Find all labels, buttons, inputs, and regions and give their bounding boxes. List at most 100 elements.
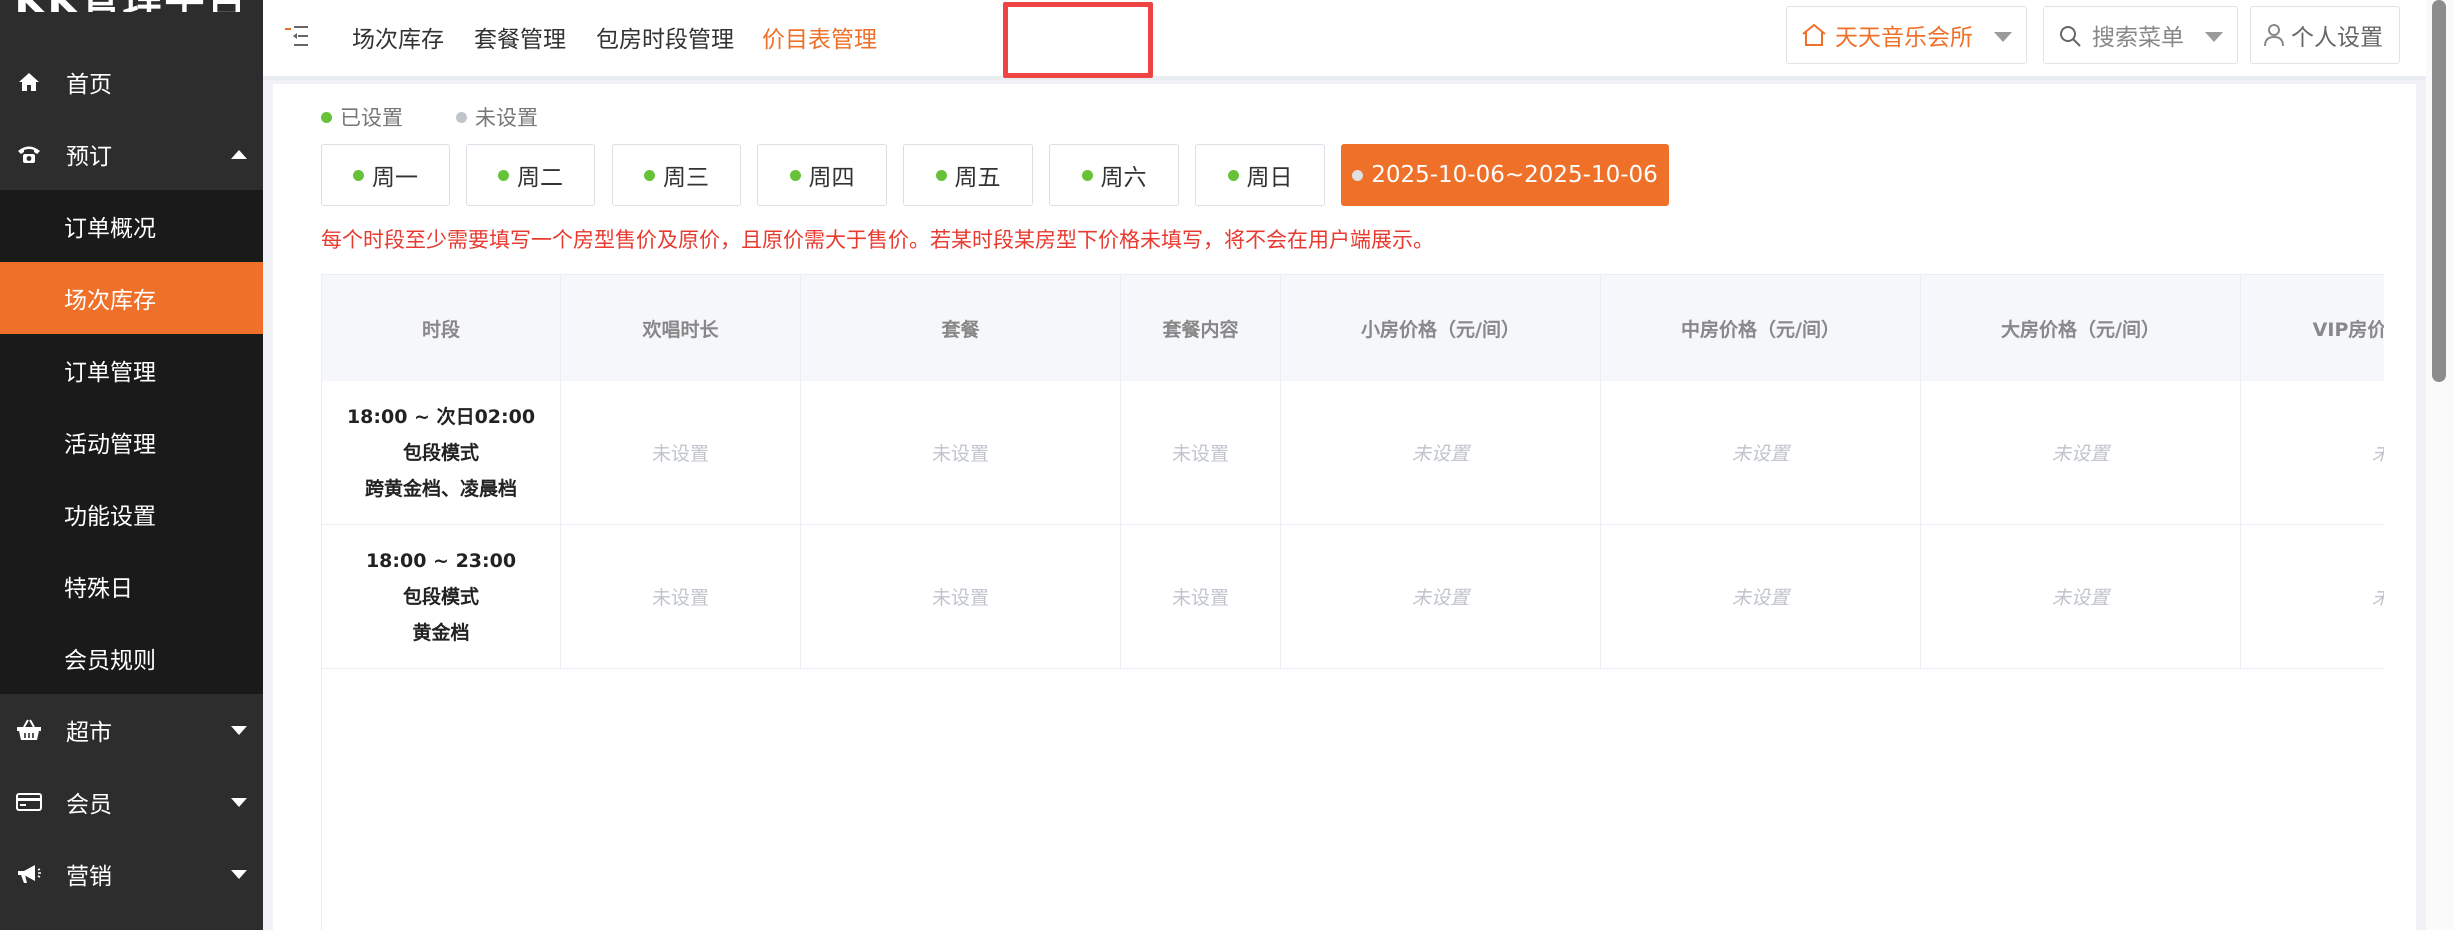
day-button-wednesday[interactable]: 周三 [612, 144, 741, 206]
column-header-medium-room-price: 中房价格（元/间） [1601, 275, 1921, 381]
sidebar-item-home[interactable]: 首页 [0, 46, 263, 118]
green-dot-icon [498, 169, 509, 181]
sidebar-item-special-days[interactable]: 特殊日 [0, 550, 263, 622]
day-label: 周六 [1100, 165, 1147, 191]
day-button-tuesday[interactable]: 周二 [466, 144, 595, 206]
sidebar-item-feature-settings[interactable]: 功能设置 [0, 478, 263, 550]
package-content-cell[interactable]: 未设置 [1121, 381, 1281, 524]
chevron-down-icon [231, 725, 247, 735]
day-label: 周四 [808, 165, 855, 191]
duration-cell[interactable]: 未设置 [561, 381, 801, 524]
package-content-cell[interactable]: 未设置 [1121, 525, 1281, 668]
sidebar-item-member-rules[interactable]: 会员规则 [0, 622, 263, 694]
gray-dot-icon [456, 111, 467, 123]
sidebar-item-supermarket[interactable]: 超市 [0, 694, 263, 766]
sidebar: KK管理平台 首页 预订 订单概况 场次库存 订单管理 活动管理 功能设置 特殊… [0, 0, 263, 930]
tab-package-management[interactable]: 套餐管理 [474, 14, 566, 60]
tab-price-list-management[interactable]: 价目表管理 [762, 14, 877, 60]
phone-icon [16, 141, 42, 167]
legend-unset-label: 未设置 [475, 106, 538, 130]
vip-room-price-cell[interactable]: 未设置 [2241, 525, 2384, 668]
column-header-vip-room-price: VIP房价格（元/间） [2241, 275, 2384, 381]
sidebar-item-label: 会员规则 [64, 648, 156, 674]
small-room-price-cell[interactable]: 未设置 [1281, 381, 1601, 524]
green-dot-icon [1227, 169, 1239, 181]
personal-settings-label: 个人设置 [2291, 25, 2383, 51]
sidebar-item-label: 订单概况 [64, 216, 156, 242]
legend-set: 已设置 [321, 102, 403, 132]
sidebar-item-label: 超市 [66, 720, 112, 746]
large-room-price-cell[interactable]: 未设置 [1921, 381, 2241, 524]
column-header-duration: 欢唱时长 [561, 275, 801, 381]
store-name: 天天音乐会所 [1835, 25, 1973, 51]
day-label: 周三 [663, 165, 709, 191]
small-room-price-cell[interactable]: 未设置 [1281, 525, 1601, 668]
duration-cell[interactable]: 未设置 [561, 525, 801, 668]
sidebar-item-marketing[interactable]: 营销 [0, 838, 263, 910]
price-table: 时段 欢唱时长 套餐 套餐内容 小房价格（元/间） 中房价格（元/间） 大房价格… [321, 274, 2384, 930]
sidebar-item-activity-management[interactable]: 活动管理 [0, 406, 263, 478]
day-button-special-date[interactable]: 2025-10-06~2025-10-06 [1341, 144, 1669, 206]
column-header-package-content: 套餐内容 [1121, 275, 1281, 381]
day-button-friday[interactable]: 周五 [903, 144, 1033, 206]
sidebar-item-label: 场次库存 [64, 288, 156, 314]
package-cell[interactable]: 未设置 [801, 381, 1121, 524]
chevron-down-icon [231, 797, 247, 807]
home-icon [16, 69, 42, 95]
scrollbar-thumb[interactable] [2432, 0, 2446, 382]
day-button-saturday[interactable]: 周六 [1049, 144, 1179, 206]
green-dot-icon [1081, 169, 1093, 181]
chevron-up-icon [231, 149, 247, 159]
day-button-thursday[interactable]: 周四 [757, 144, 887, 206]
green-dot-icon [321, 111, 332, 123]
user-icon [2263, 23, 2285, 53]
day-label: 周五 [954, 165, 1001, 191]
legend-unset: 未设置 [456, 102, 538, 132]
sidebar-item-label: 功能设置 [64, 504, 156, 530]
sidebar-item-order-management[interactable]: 订单管理 [0, 334, 263, 406]
vip-room-price-cell[interactable]: 未设置 [2241, 381, 2384, 524]
content-panel: 已设置 未设置 周一 周二 周三 周四 周五 周六 周日 2025-10-06~… [273, 84, 2416, 930]
large-room-price-cell[interactable]: 未设置 [1921, 525, 2241, 668]
medium-room-price-cell[interactable]: 未设置 [1601, 525, 1921, 668]
period-cell: 18:00 ~ 次日02:00 包段模式 跨黄金档、凌晨档 [322, 381, 561, 524]
green-dot-icon [789, 169, 801, 181]
period-tier: 黄金档 [412, 621, 470, 644]
search-placeholder: 搜索菜单 [2092, 25, 2184, 51]
table-row: 18:00 ~ 23:00 包段模式 黄金档 未设置 未设置 未设置 未设置 未… [322, 525, 2384, 669]
period-time: 18:00 ~ 次日02:00 [346, 405, 536, 428]
day-button-monday[interactable]: 周一 [321, 144, 450, 206]
sidebar-item-label: 活动管理 [64, 432, 156, 458]
table-header: 时段 欢唱时长 套餐 套餐内容 小房价格（元/间） 中房价格（元/间） 大房价格… [322, 275, 2384, 382]
store-selector[interactable]: 天天音乐会所 [1786, 6, 2027, 64]
column-header-period: 时段 [322, 275, 561, 381]
medium-room-price-cell[interactable]: 未设置 [1601, 381, 1921, 524]
gray-dot-icon [1352, 169, 1364, 181]
day-label: 周日 [1246, 165, 1293, 191]
period-cell: 18:00 ~ 23:00 包段模式 黄金档 [322, 525, 561, 668]
legend-set-label: 已设置 [340, 106, 403, 130]
tab-session-inventory[interactable]: 场次库存 [352, 14, 444, 60]
table-row: 18:00 ~ 次日02:00 包段模式 跨黄金档、凌晨档 未设置 未设置 未设… [322, 381, 2384, 525]
green-dot-icon [353, 169, 364, 181]
personal-settings-button[interactable]: 个人设置 [2250, 6, 2400, 64]
green-dot-icon [935, 169, 947, 181]
top-bar: 场次库存 套餐管理 包房时段管理 价目表管理 天天音乐会所 搜索菜单 个人设置 [263, 0, 2426, 80]
menu-collapse-icon[interactable] [285, 22, 315, 52]
sidebar-item-order-overview[interactable]: 订单概况 [0, 190, 263, 262]
search-icon [2058, 24, 2082, 54]
day-label: 周一 [372, 165, 418, 191]
day-label: 2025-10-06~2025-10-06 [1371, 162, 1658, 188]
day-button-sunday[interactable]: 周日 [1195, 144, 1325, 206]
tab-room-period-management[interactable]: 包房时段管理 [596, 14, 734, 60]
sidebar-item-member[interactable]: 会员 [0, 766, 263, 838]
package-cell[interactable]: 未设置 [801, 525, 1121, 668]
period-mode: 包段模式 [402, 585, 479, 608]
column-header-small-room-price: 小房价格（元/间） [1281, 275, 1601, 381]
sidebar-item-label: 首页 [66, 72, 112, 98]
period-tier: 跨黄金档、凌晨档 [364, 477, 517, 500]
sidebar-item-label: 营销 [66, 864, 112, 890]
search-menu-input[interactable]: 搜索菜单 [2043, 6, 2238, 64]
sidebar-item-session-inventory[interactable]: 场次库存 [0, 262, 263, 334]
sidebar-item-booking[interactable]: 预订 [0, 118, 263, 190]
